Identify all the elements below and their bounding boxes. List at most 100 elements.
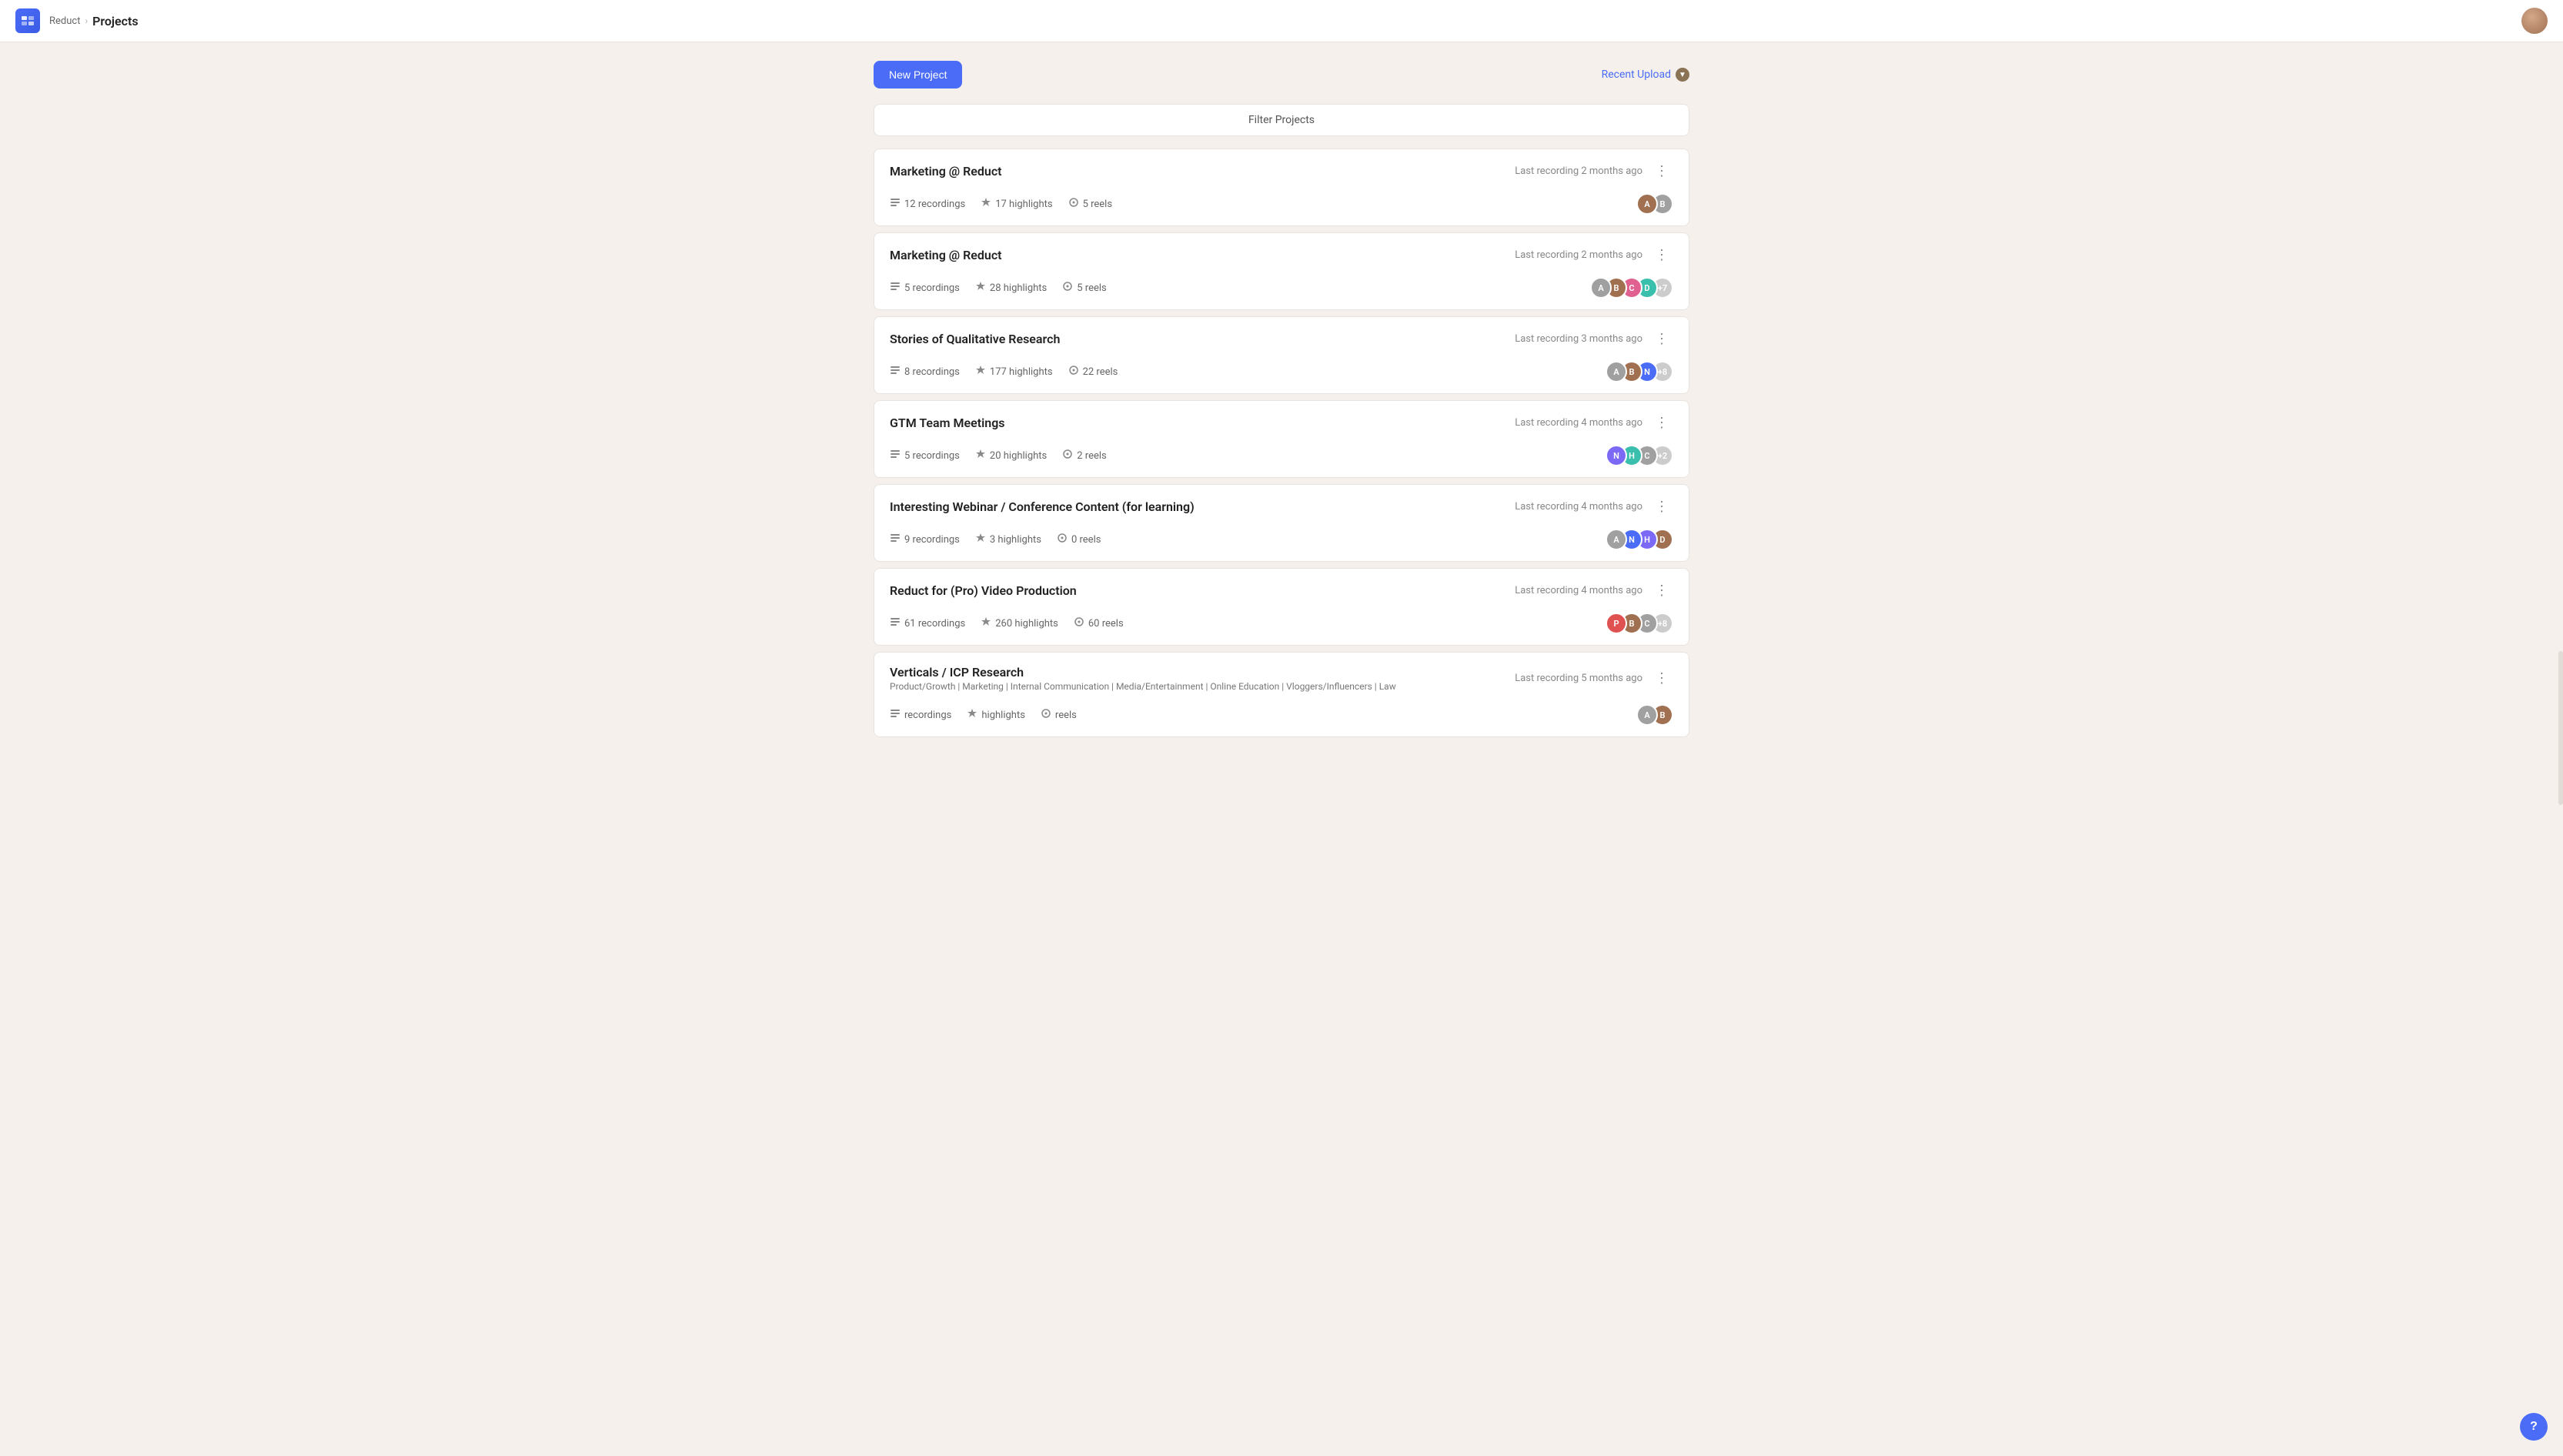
project-stats: 9 recordings 3 highlights 0 reels	[890, 533, 1101, 546]
reels-stat: 22 reels	[1068, 365, 1118, 379]
recordings-icon	[890, 197, 901, 211]
project-subtitle: Product/Growth | Marketing | Internal Co…	[890, 681, 1396, 692]
project-name[interactable]: Verticals / ICP Research	[890, 665, 1396, 680]
highlights-icon	[975, 449, 986, 463]
project-name[interactable]: Stories of Qualitative Research	[890, 332, 1060, 346]
more-options-button[interactable]: ⋮	[1650, 497, 1673, 516]
project-stats: 61 recordings 260 highlights 60 reels	[890, 616, 1124, 630]
filter-bar[interactable]: Filter Projects	[874, 104, 1689, 136]
avatar-group: NHC+2	[1606, 445, 1673, 466]
recordings-count: 5 recordings	[904, 450, 960, 462]
reels-icon	[1062, 281, 1073, 295]
recordings-count: 5 recordings	[904, 282, 960, 294]
project-card-bottom: 5 recordings 28 highlights 5 reels	[874, 271, 1689, 309]
highlights-count: 28 highlights	[990, 282, 1047, 294]
recent-upload[interactable]: Recent Upload ▼	[1602, 68, 1689, 82]
avatar[interactable]	[2521, 8, 2548, 34]
scrollbar[interactable]	[2558, 651, 2563, 805]
breadcrumb-parent[interactable]: Reduct	[49, 15, 80, 27]
help-button[interactable]: ?	[2520, 1413, 2548, 1441]
more-options-button[interactable]: ⋮	[1650, 245, 1673, 265]
highlights-stat: 28 highlights	[975, 281, 1047, 295]
highlights-stat: 17 highlights	[981, 197, 1052, 211]
avatar-group: ABN+8	[1606, 361, 1673, 382]
breadcrumb: Reduct › Projects	[49, 14, 139, 28]
avatar-group: ABCD+7	[1590, 277, 1673, 299]
filter-label: Filter Projects	[1248, 114, 1315, 126]
recordings-icon	[890, 533, 901, 546]
more-options-button[interactable]: ⋮	[1650, 669, 1673, 688]
recordings-stat: 9 recordings	[890, 533, 960, 546]
last-recording-label: Last recording 5 months ago	[1515, 673, 1642, 684]
project-info: GTM Team Meetings	[890, 416, 1005, 430]
project-stats: 8 recordings 177 highlights 22 reels	[890, 365, 1118, 379]
project-meta-right: Last recording 2 months ago ⋮	[1515, 245, 1673, 265]
project-info: Reduct for (Pro) Video Production	[890, 583, 1077, 598]
reels-count: 2 reels	[1077, 450, 1106, 462]
recent-upload-label: Recent Upload	[1602, 68, 1671, 81]
highlights-count: 260 highlights	[995, 618, 1058, 629]
project-card-bottom: 9 recordings 3 highlights 0 reels	[874, 523, 1689, 561]
project-card[interactable]: Reduct for (Pro) Video Production Last r…	[874, 568, 1689, 646]
project-card[interactable]: Interesting Webinar / Conference Content…	[874, 484, 1689, 562]
reels-icon	[1068, 197, 1079, 211]
project-name[interactable]: Marketing @ Reduct	[890, 164, 1002, 179]
highlights-count: 3 highlights	[990, 534, 1041, 546]
avatar: A	[1606, 529, 1627, 550]
project-card-top: Verticals / ICP Research Product/Growth …	[874, 653, 1689, 698]
page-title: Projects	[92, 14, 139, 28]
reels-stat: 0 reels	[1057, 533, 1101, 546]
project-meta-right: Last recording 4 months ago ⋮	[1515, 581, 1673, 600]
highlights-icon	[975, 533, 986, 546]
highlights-stat: highlights	[967, 708, 1025, 722]
logo-icon	[15, 8, 40, 33]
project-name[interactable]: Marketing @ Reduct	[890, 248, 1002, 262]
project-card[interactable]: Verticals / ICP Research Product/Growth …	[874, 652, 1689, 737]
more-options-button[interactable]: ⋮	[1650, 329, 1673, 349]
project-card[interactable]: Stories of Qualitative Research Last rec…	[874, 316, 1689, 394]
project-card-top: Interesting Webinar / Conference Content…	[874, 485, 1689, 523]
project-name[interactable]: GTM Team Meetings	[890, 416, 1005, 430]
recordings-count: 9 recordings	[904, 534, 960, 546]
reels-icon	[1068, 365, 1079, 379]
project-name[interactable]: Reduct for (Pro) Video Production	[890, 583, 1077, 598]
new-project-button[interactable]: New Project	[874, 61, 962, 88]
highlights-icon	[967, 708, 977, 722]
project-card-top: Marketing @ Reduct Last recording 2 mont…	[874, 149, 1689, 187]
project-info: Interesting Webinar / Conference Content…	[890, 499, 1195, 514]
project-card-top: Reduct for (Pro) Video Production Last r…	[874, 569, 1689, 606]
highlights-count: 17 highlights	[995, 199, 1052, 210]
recordings-stat: 5 recordings	[890, 281, 960, 295]
reels-count: 5 reels	[1083, 199, 1112, 210]
reels-icon	[1041, 708, 1051, 722]
project-meta-right: Last recording 4 months ago ⋮	[1515, 497, 1673, 516]
last-recording-label: Last recording 2 months ago	[1515, 165, 1642, 177]
project-card-top: Marketing @ Reduct Last recording 2 mont…	[874, 233, 1689, 271]
project-card[interactable]: Marketing @ Reduct Last recording 2 mont…	[874, 232, 1689, 310]
main-content: New Project Recent Upload ▼ Filter Proje…	[858, 42, 1705, 762]
recordings-count: 61 recordings	[904, 618, 965, 629]
reels-count: 60 reels	[1088, 618, 1124, 629]
project-card-bottom: 12 recordings 17 highlights 5 reels	[874, 187, 1689, 225]
highlights-count: 20 highlights	[990, 450, 1047, 462]
recordings-stat: 61 recordings	[890, 616, 965, 630]
avatar-group: AB	[1636, 704, 1673, 726]
avatar: N	[1606, 445, 1627, 466]
more-options-button[interactable]: ⋮	[1650, 162, 1673, 181]
project-name[interactable]: Interesting Webinar / Conference Content…	[890, 499, 1195, 514]
highlights-icon	[981, 197, 991, 211]
more-options-button[interactable]: ⋮	[1650, 413, 1673, 432]
recordings-stat: 12 recordings	[890, 197, 965, 211]
project-card[interactable]: Marketing @ Reduct Last recording 2 mont…	[874, 149, 1689, 226]
recordings-icon	[890, 616, 901, 630]
project-card[interactable]: GTM Team Meetings Last recording 4 month…	[874, 400, 1689, 478]
recent-upload-arrow-icon: ▼	[1676, 68, 1689, 82]
reels-icon	[1062, 449, 1073, 463]
last-recording-label: Last recording 4 months ago	[1515, 585, 1642, 596]
highlights-stat: 260 highlights	[981, 616, 1058, 630]
project-info: Marketing @ Reduct	[890, 164, 1002, 179]
more-options-button[interactable]: ⋮	[1650, 581, 1673, 600]
logo[interactable]	[15, 8, 40, 33]
last-recording-label: Last recording 3 months ago	[1515, 333, 1642, 345]
avatar: A	[1636, 193, 1658, 215]
